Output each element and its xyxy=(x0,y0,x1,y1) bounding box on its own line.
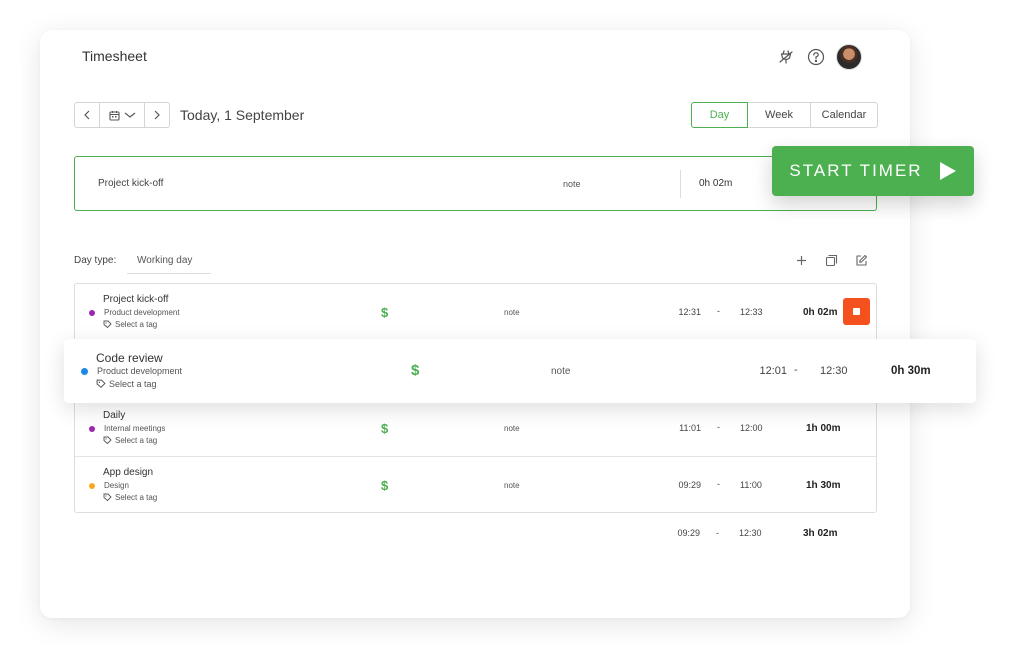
divider xyxy=(680,170,681,198)
chevron-left-icon xyxy=(84,110,90,120)
date-navigator: Today, 1 September xyxy=(74,102,304,128)
entry-project[interactable]: Product development xyxy=(97,366,182,376)
entry-end-time[interactable]: 11:00 xyxy=(740,480,762,490)
time-entry-row[interactable]: App design Design Select a tag $ note 09… xyxy=(75,456,876,513)
time-separator: - xyxy=(717,479,720,489)
tab-week[interactable]: Week xyxy=(748,102,811,128)
avatar[interactable] xyxy=(836,44,862,70)
entry-tag-label: Select a tag xyxy=(115,320,158,329)
entry-tag-select[interactable]: Select a tag xyxy=(103,320,157,329)
entry-tag-label: Select a tag xyxy=(115,493,158,502)
time-entry-row[interactable]: Daily Internal meetings Select a tag $ n… xyxy=(75,399,876,456)
entry-end-time[interactable]: 12:00 xyxy=(740,423,763,433)
billable-toggle[interactable]: $ xyxy=(381,421,388,436)
entry-project[interactable]: Product development xyxy=(104,308,180,317)
entry-note[interactable]: note xyxy=(504,424,520,433)
entry-end-time[interactable]: 12:30 xyxy=(820,365,848,377)
entry-duration[interactable]: 0h 02m xyxy=(803,307,837,318)
entry-duration[interactable]: 1h 30m xyxy=(806,480,840,491)
start-timer-label: START TIMER xyxy=(789,161,923,180)
entry-tag-select[interactable]: Select a tag xyxy=(103,493,157,502)
total-end-time: 12:30 xyxy=(739,528,762,538)
entry-end-time[interactable]: 12:33 xyxy=(740,307,763,317)
entry-tag-label: Select a tag xyxy=(109,379,157,389)
billable-toggle[interactable]: $ xyxy=(381,478,388,493)
day-type-select[interactable]: Working day xyxy=(127,250,211,274)
total-start-time: 09:29 xyxy=(677,528,700,538)
project-color-dot xyxy=(89,426,95,432)
tab-calendar[interactable]: Calendar xyxy=(811,102,878,128)
tag-icon xyxy=(103,436,112,445)
entry-name[interactable]: App design xyxy=(103,467,153,478)
day-totals: 09:29 - 12:30 3h 02m xyxy=(74,528,877,542)
entry-name[interactable]: Project kick-off xyxy=(103,294,168,305)
time-entry-row-dragging[interactable]: Code review Product development Select a… xyxy=(64,339,976,403)
entry-duration[interactable]: 0h 30m xyxy=(891,365,931,377)
edit-icon[interactable] xyxy=(853,252,869,268)
time-separator: - xyxy=(716,528,719,538)
project-color-dot xyxy=(81,368,88,375)
header-icons xyxy=(776,44,862,70)
play-icon xyxy=(939,162,956,180)
entry-name[interactable]: Daily xyxy=(103,410,125,421)
timer-note-input[interactable]: note xyxy=(563,179,581,189)
view-switch: Day Week Calendar xyxy=(691,102,878,128)
entry-start-time[interactable]: 12:31 xyxy=(667,307,701,317)
tag-icon xyxy=(96,379,106,389)
timer-duration: 0h 02m xyxy=(699,178,733,189)
entry-project[interactable]: Design xyxy=(104,481,129,490)
list-actions xyxy=(793,252,869,268)
current-date-label: Today, 1 September xyxy=(180,107,305,123)
chevron-down-icon xyxy=(124,112,135,118)
time-separator: - xyxy=(794,364,798,376)
project-color-dot xyxy=(89,483,95,489)
entry-tag-label: Select a tag xyxy=(115,436,158,445)
project-color-dot xyxy=(89,310,95,316)
tag-icon xyxy=(103,493,112,502)
plus-icon[interactable] xyxy=(793,252,809,268)
timer-description-input[interactable]: Project kick-off xyxy=(98,178,163,189)
time-separator: - xyxy=(717,306,720,316)
entry-name[interactable]: Code review xyxy=(96,351,163,365)
entry-start-time[interactable]: 11:01 xyxy=(667,423,701,433)
day-type-label: Day type: xyxy=(74,255,117,266)
entry-tag-select[interactable]: Select a tag xyxy=(96,379,157,389)
entry-start-time[interactable]: 09:29 xyxy=(667,480,701,490)
billable-toggle[interactable]: $ xyxy=(381,305,388,320)
tab-day[interactable]: Day xyxy=(691,102,748,128)
stop-icon xyxy=(853,308,860,315)
entry-start-time[interactable]: 12:01 xyxy=(747,365,787,377)
time-separator: - xyxy=(717,422,720,432)
entry-project[interactable]: Internal meetings xyxy=(104,424,165,433)
timer-bar: Project kick-off note 0h 02m xyxy=(74,156,877,211)
total-duration: 3h 02m xyxy=(803,528,838,539)
calendar-picker-button[interactable] xyxy=(100,102,144,128)
entry-tag-select[interactable]: Select a tag xyxy=(103,436,157,445)
entry-note[interactable]: note xyxy=(504,308,520,317)
tag-icon xyxy=(103,320,112,329)
stop-timer-button[interactable] xyxy=(843,298,870,325)
entry-note[interactable]: note xyxy=(551,366,570,377)
next-day-button[interactable] xyxy=(144,102,170,128)
page-title: Timesheet xyxy=(82,48,147,64)
plug-icon[interactable] xyxy=(776,47,796,67)
prev-day-button[interactable] xyxy=(74,102,100,128)
calendar-icon xyxy=(108,110,120,121)
time-entry-row[interactable]: Project kick-off Product development Sel… xyxy=(75,284,876,341)
entry-note[interactable]: note xyxy=(504,481,520,490)
help-icon[interactable] xyxy=(806,47,826,67)
entry-duration[interactable]: 1h 00m xyxy=(806,423,840,434)
chevron-right-icon xyxy=(154,110,160,120)
billable-toggle[interactable]: $ xyxy=(411,362,419,379)
start-timer-button[interactable]: START TIMER xyxy=(772,146,974,196)
copy-icon[interactable] xyxy=(823,252,839,268)
